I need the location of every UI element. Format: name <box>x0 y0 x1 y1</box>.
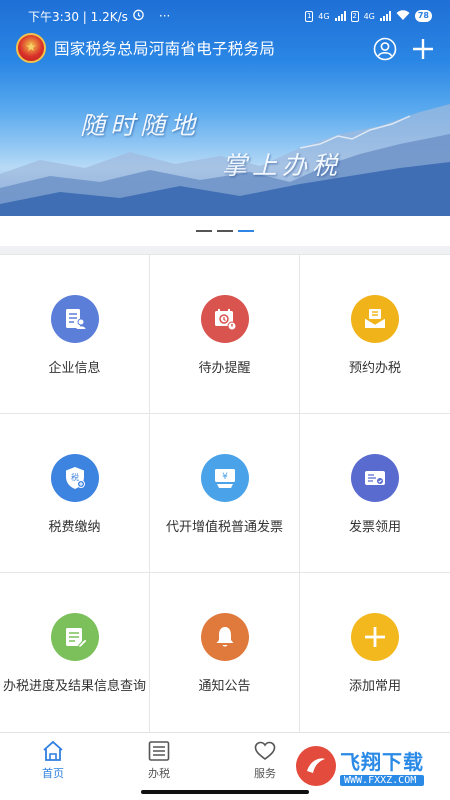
grid-item-progress-query[interactable]: 办税进度及结果信息查询 <box>0 573 150 733</box>
grid-item-label: 代开增值税普通发票 <box>165 520 283 535</box>
grid-item-label: 税费缴纳 <box>48 520 101 535</box>
invoice-receive-icon <box>351 454 399 502</box>
appointment-icon <box>351 295 399 343</box>
pagination-dot-1[interactable] <box>196 230 212 232</box>
notice-icon <box>200 613 249 661</box>
signal-1-icon <box>334 11 346 21</box>
pagination-dot-2[interactable] <box>217 230 233 232</box>
svg-text:¥: ¥ <box>222 472 228 482</box>
grid-item-label: 办税进度及结果信息查询 <box>2 679 146 694</box>
tax-payment-icon: 税 <box>50 454 99 502</box>
network-type-1: 4G <box>318 11 330 21</box>
grid-item-add-common[interactable]: 添加常用 <box>300 573 450 733</box>
grid-item-label: 预约办税 <box>348 361 401 376</box>
banner-pagination <box>0 216 450 246</box>
tab-label: 首页 <box>42 767 64 780</box>
user-icon[interactable] <box>372 36 398 62</box>
progress-query-icon <box>50 613 99 661</box>
grid-item-invoice-issue[interactable]: ¥ 代开增值税普通发票 <box>150 414 300 573</box>
tax-list-icon <box>146 739 172 763</box>
tab-label: 办税 <box>148 767 170 780</box>
service-grid: 企业信息 待办提醒 预约办税 税 税费缴纳 ¥ 代开增值税普通发票 发票领用 办… <box>0 254 450 733</box>
todo-reminder-icon <box>200 295 249 343</box>
invoice-issue-icon: ¥ <box>200 454 249 502</box>
alarm-icon <box>132 8 145 24</box>
grid-item-label: 待办提醒 <box>198 361 251 376</box>
banner-slogan-1: 随时随地 <box>80 111 201 140</box>
header-area: 下午3:30 | 1.2K/s ··· 1 4G 2 4G 78 国家税务总局河… <box>0 0 450 216</box>
grid-item-company-info[interactable]: 企业信息 <box>0 255 150 414</box>
grid-item-appointment[interactable]: 预约办税 <box>300 255 450 414</box>
home-indicator[interactable] <box>141 790 309 794</box>
tab-home[interactable]: 首页 <box>0 733 106 784</box>
battery-icon: 78 <box>414 10 432 22</box>
status-time-speed: 下午3:30 | 1.2K/s <box>28 9 128 24</box>
grid-item-label: 添加常用 <box>348 679 401 694</box>
grid-item-label: 发票领用 <box>348 520 401 535</box>
app-title: 国家税务总局河南省电子税务局 <box>54 40 276 58</box>
watermark-url: WWW.FXXZ.COM <box>340 775 424 786</box>
tab-label: 服务 <box>254 767 276 780</box>
grid-item-label: 企业信息 <box>48 361 101 376</box>
grid-item-label: 通知公告 <box>198 679 251 694</box>
watermark-name: 飞翔下载 <box>340 750 424 774</box>
grid-item-tax-payment[interactable]: 税 税费缴纳 <box>0 414 150 573</box>
signal-2-icon <box>379 11 391 21</box>
company-info-icon <box>50 295 99 343</box>
status-more: ··· <box>158 9 171 23</box>
emblem-icon <box>16 33 46 63</box>
watermark: 飞翔下载 WWW.FXXZ.COM <box>296 740 446 792</box>
wifi-icon <box>396 9 410 23</box>
network-type-2: 4G <box>363 11 375 21</box>
section-divider <box>0 246 450 254</box>
grid-item-invoice-receive[interactable]: 发票领用 <box>300 414 450 573</box>
status-bar: 下午3:30 | 1.2K/s ··· 1 4G 2 4G 78 <box>0 0 450 32</box>
title-bar: 国家税务总局河南省电子税务局 <box>0 32 450 64</box>
watermark-logo-icon <box>296 746 336 786</box>
banner[interactable]: 随时随地 掌上办税 <box>0 64 450 216</box>
tab-tax[interactable]: 办税 <box>106 733 212 784</box>
plus-icon[interactable] <box>410 36 436 62</box>
grid-item-todo-reminder[interactable]: 待办提醒 <box>150 255 300 414</box>
grid-item-notice[interactable]: 通知公告 <box>150 573 300 733</box>
home-icon <box>40 739 66 763</box>
mountain-illustration <box>0 104 450 216</box>
sim-2-icon: 2 <box>350 10 359 22</box>
pagination-dot-3[interactable] <box>238 230 254 232</box>
add-common-icon <box>351 613 399 661</box>
banner-slogan-2: 掌上办税 <box>222 151 343 180</box>
svg-text:税: 税 <box>71 472 79 482</box>
sim-1-icon: 1 <box>305 10 314 22</box>
service-icon <box>252 739 278 763</box>
